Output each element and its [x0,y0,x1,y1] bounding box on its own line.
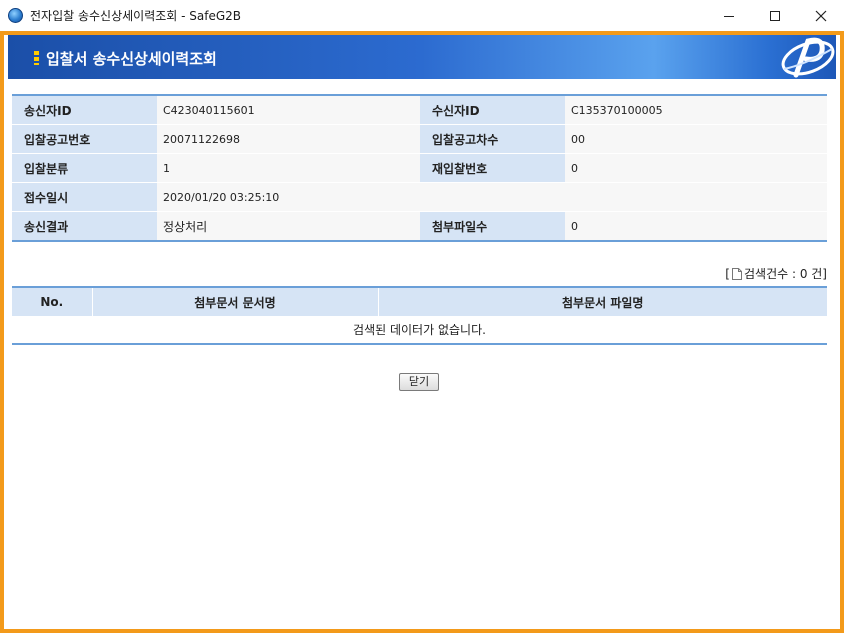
sender-id-value: C423040115601 [157,95,420,125]
rebid-number-value: 0 [565,153,827,183]
result-count-text: 검색건수 : 0 건] [743,267,827,281]
receiver-id-value: C135370100005 [565,95,827,125]
notice-sequence-value: 00 [565,124,827,154]
table-row: 검색된 데이터가 없습니다. [12,316,827,344]
notice-number-label: 입찰공고번호 [12,124,157,154]
window-title: 전자입찰 송수신상세이력조회 - SafeG2B [30,9,242,23]
attachment-grid: No. 첨부문서 문서명 첨부문서 파일명 검색된 데이터가 없습니다. [12,286,827,345]
bid-class-value: 1 [157,153,420,183]
table-row: 송신자ID C423040115601 수신자ID C135370100005 [12,95,827,125]
minimize-icon [724,15,734,17]
column-header-file-name[interactable]: 첨부문서 파일명 [377,287,827,316]
received-at-value: 2020/01/20 03:25:10 [157,182,827,212]
table-row: 접수일시 2020/01/20 03:25:10 [12,182,827,212]
close-window-button[interactable] [798,0,844,31]
grid-header-row: No. 첨부문서 문서명 첨부문서 파일명 [12,287,827,316]
column-header-no[interactable]: No. [12,287,92,316]
table-row: 송신결과 정상처리 첨부파일수 0 [12,211,827,241]
document-icon [731,267,742,280]
banner-bullet-icon [34,51,39,65]
minimize-button[interactable] [706,0,752,31]
rebid-number-label: 재입찰번호 [420,153,565,183]
bid-class-label: 입찰분류 [12,153,157,183]
g2b-logo [781,37,835,78]
window-titlebar: 전자입찰 송수신상세이력조회 - SafeG2B [0,0,844,31]
maximize-icon [770,10,780,21]
send-result-label: 송신결과 [12,211,157,241]
maximize-button[interactable] [752,0,798,31]
close-icon [815,10,827,21]
page-title: 입찰서 송수신상세이력조회 [46,50,217,68]
sender-id-label: 송신자ID [12,95,157,125]
receiver-id-label: 수신자ID [420,95,565,125]
search-result-count: [ 검색건수 : 0 건] [725,265,827,282]
page-banner: 입찰서 송수신상세이력조회 [8,35,836,79]
transmission-detail-table: 송신자ID C423040115601 수신자ID C135370100005 … [12,94,827,242]
result-count-prefix: [ [725,266,730,281]
app-globe-icon [8,8,23,23]
table-row: 입찰공고번호 20071122698 입찰공고차수 00 [12,124,827,154]
close-button[interactable]: 닫기 [399,373,439,391]
attachment-count-label: 첨부파일수 [420,211,565,241]
column-header-document-name[interactable]: 첨부문서 문서명 [91,287,378,316]
empty-message: 검색된 데이터가 없습니다. [12,316,827,344]
attachment-count-value: 0 [565,211,827,241]
received-at-label: 접수일시 [12,182,157,212]
notice-number-value: 20071122698 [157,124,420,154]
send-result-value: 정상처리 [157,211,420,241]
notice-sequence-label: 입찰공고차수 [420,124,565,154]
table-row: 입찰분류 1 재입찰번호 0 [12,153,827,183]
